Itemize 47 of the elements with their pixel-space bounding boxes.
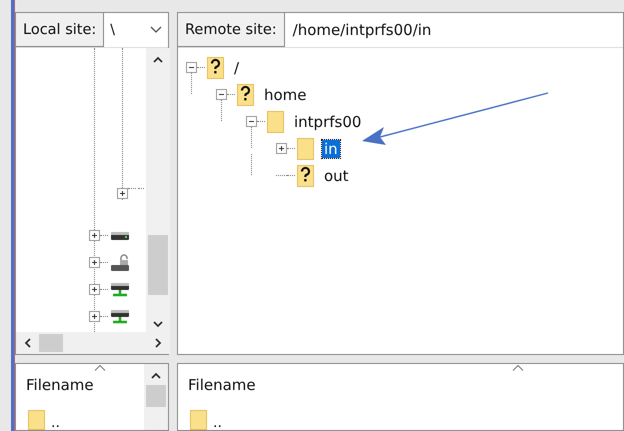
drive-icon [110, 230, 130, 240]
file-name[interactable]: .. [51, 416, 60, 430]
expand-toggle[interactable] [89, 311, 100, 322]
scroll-up-icon[interactable] [153, 56, 163, 63]
site-label: Remote site: [178, 13, 285, 47]
network-drive-icon [110, 282, 130, 298]
folder-name[interactable]: out [322, 166, 351, 184]
scroll-left-icon[interactable] [24, 338, 31, 348]
unknown-folder-icon [237, 84, 254, 106]
unknown-folder-icon [207, 56, 224, 78]
expand-toggle[interactable] [186, 62, 197, 73]
folder-name[interactable]: in [322, 140, 340, 158]
scroll-up-icon[interactable] [151, 372, 161, 379]
folder-name[interactable]: home [262, 86, 309, 104]
unknown-folder-icon [297, 164, 314, 186]
scroll-thumb[interactable] [148, 235, 168, 295]
local-site-dropdown[interactable]: \ [104, 13, 168, 47]
vertical-scrollbar[interactable] [144, 364, 168, 430]
column-header[interactable]: Filename [178, 364, 623, 400]
folder-icon [28, 410, 45, 430]
sort-caret-icon [94, 365, 106, 371]
folder-name[interactable]: intprfs00 [292, 112, 364, 130]
column-header[interactable]: Filename [16, 364, 144, 400]
folder-icon [190, 410, 207, 430]
vertical-scrollbar[interactable] [146, 48, 170, 332]
file-name[interactable]: .. [213, 416, 222, 430]
scroll-thumb[interactable] [146, 385, 166, 407]
expand-toggle[interactable] [276, 143, 287, 154]
folder-name[interactable]: / [232, 58, 242, 76]
scroll-thumb[interactable] [39, 334, 63, 352]
chevron-down-icon [150, 26, 162, 34]
sort-caret-icon [512, 365, 524, 371]
network-drive-icon [110, 308, 130, 324]
scroll-right-icon[interactable] [155, 338, 162, 348]
remote-path-field[interactable]: /home/intprfs00/in [284, 13, 623, 47]
expand-toggle[interactable] [216, 89, 227, 100]
expand-toggle[interactable] [89, 230, 100, 241]
horizontal-scrollbar[interactable] [16, 332, 170, 354]
folder-icon [297, 138, 314, 160]
site-label: Local site: [16, 13, 104, 47]
folder-icon [267, 110, 284, 132]
expand-toggle[interactable] [246, 116, 257, 127]
expand-toggle[interactable] [117, 188, 128, 199]
expand-toggle[interactable] [89, 257, 100, 268]
expand-toggle[interactable] [89, 284, 100, 295]
locked-drive-icon [110, 254, 130, 272]
scroll-down-icon[interactable] [153, 321, 163, 328]
